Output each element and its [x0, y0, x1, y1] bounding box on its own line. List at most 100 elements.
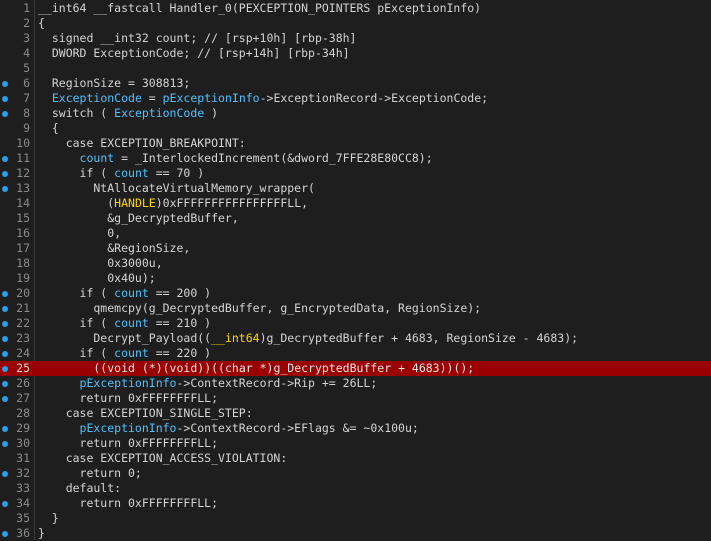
line-number: 29: [16, 421, 30, 435]
code-line[interactable]: 2{: [0, 16, 711, 31]
code-text[interactable]: return 0xFFFFFFFFLL;: [38, 496, 218, 511]
code-text[interactable]: }: [38, 526, 45, 541]
code-token[interactable]: count: [80, 151, 115, 165]
code-text[interactable]: NtAllocateVirtualMemory_wrapper(: [38, 181, 315, 196]
line-number: 10: [16, 136, 30, 150]
code-text[interactable]: case EXCEPTION_BREAKPOINT:: [38, 136, 246, 151]
code-line-highlighted[interactable]: 25 ((void (*)(void))((char *)g_Decrypted…: [0, 361, 711, 376]
code-line[interactable]: 17 &RegionSize,: [0, 241, 711, 256]
code-line[interactable]: 27 return 0xFFFFFFFFLL;: [0, 391, 711, 406]
code-text[interactable]: pExceptionInfo->ContextRecord->Rip += 26…: [38, 376, 378, 391]
line-number: 13: [16, 181, 30, 195]
code-line[interactable]: 13 NtAllocateVirtualMemory_wrapper(: [0, 181, 711, 196]
code-token: __int64: [211, 331, 260, 345]
code-token[interactable]: count: [114, 286, 149, 300]
code-text[interactable]: qmemcpy(g_DecryptedBuffer, g_EncryptedDa…: [38, 301, 481, 316]
code-line[interactable]: 21 qmemcpy(g_DecryptedBuffer, g_Encrypte…: [0, 301, 711, 316]
code-text[interactable]: &g_DecryptedBuffer,: [38, 211, 239, 226]
code-token[interactable]: pExceptionInfo: [80, 421, 177, 435]
pseudocode-editor[interactable]: 1 __int64 __fastcall Handler_0(PEXCEPTION…: [0, 0, 711, 540]
code-line[interactable]: 22 if ( count == 210 ): [0, 316, 711, 331]
code-text[interactable]: switch ( ExceptionCode ): [38, 106, 218, 121]
code-line[interactable]: 36}: [0, 526, 711, 541]
code-text[interactable]: if ( count == 220 ): [38, 346, 212, 361]
code-text[interactable]: 0x40u);: [38, 271, 155, 286]
code-text[interactable]: default:: [38, 481, 121, 496]
code-text[interactable]: (HANDLE)0xFFFFFFFFFFFFFFFFLL,: [38, 196, 308, 211]
code-text[interactable]: 0x3000u,: [38, 256, 163, 271]
code-line[interactable]: 6 RegionSize = 308813;: [0, 76, 711, 91]
line-number: 20: [16, 286, 30, 300]
code-text[interactable]: &RegionSize,: [38, 241, 190, 256]
code-line[interactable]: 9 {: [0, 121, 711, 136]
line-number: 30: [16, 436, 30, 450]
code-line[interactable]: 26 pExceptionInfo->ContextRecord->Rip +=…: [0, 376, 711, 391]
line-number: 23: [16, 331, 30, 345]
code-line[interactable]: 5: [0, 61, 711, 76]
code-text[interactable]: }: [38, 511, 59, 526]
code-text[interactable]: pExceptionInfo->ContextRecord->EFlags &=…: [38, 421, 419, 436]
code-text[interactable]: case EXCEPTION_SINGLE_STEP:: [38, 406, 253, 421]
code-text[interactable]: Decrypt_Payload((__int64)g_DecryptedBuff…: [38, 331, 578, 346]
code-text[interactable]: if ( count == 210 ): [38, 316, 212, 331]
code-text[interactable]: {: [38, 16, 45, 31]
code-line[interactable]: 20 if ( count == 200 ): [0, 286, 711, 301]
code-text[interactable]: return 0xFFFFFFFFLL;: [38, 391, 218, 406]
code-line[interactable]: 19 0x40u);: [0, 271, 711, 286]
code-text[interactable]: case EXCEPTION_ACCESS_VIOLATION:: [38, 451, 288, 466]
code-text[interactable]: RegionSize = 308813;: [38, 76, 190, 91]
code-token[interactable]: count: [114, 316, 149, 330]
code-text[interactable]: if ( count == 200 ): [38, 286, 212, 301]
code-token: 0x3000u,: [38, 256, 163, 270]
code-line[interactable]: 30 return 0xFFFFFFFFLL;: [0, 436, 711, 451]
code-line[interactable]: 10 case EXCEPTION_BREAKPOINT:: [0, 136, 711, 151]
code-text[interactable]: ExceptionCode = pExceptionInfo->Exceptio…: [38, 91, 488, 106]
code-line[interactable]: 1 __int64 __fastcall Handler_0(PEXCEPTION…: [0, 1, 711, 16]
code-line[interactable]: 16 0,: [0, 226, 711, 241]
line-number: 35: [16, 511, 30, 525]
code-text[interactable]: count = _InterlockedIncrement(&dword_7FF…: [38, 151, 433, 166]
code-line[interactable]: 8 switch ( ExceptionCode ): [0, 106, 711, 121]
code-text[interactable]: if ( count == 70 ): [38, 166, 205, 181]
code-line[interactable]: 14 (HANDLE)0xFFFFFFFFFFFFFFFFLL,: [0, 196, 711, 211]
line-number: 33: [16, 481, 30, 495]
code-text[interactable]: {: [38, 121, 59, 136]
code-line[interactable]: 34 return 0xFFFFFFFFLL;: [0, 496, 711, 511]
code-line[interactable]: 28 case EXCEPTION_SINGLE_STEP:: [0, 406, 711, 421]
code-text[interactable]: signed __int32 count; // [rsp+10h] [rbp-…: [38, 31, 357, 46]
code-text[interactable]: DWORD ExceptionCode; // [rsp+14h] [rbp-3…: [38, 46, 350, 61]
code-line[interactable]: 35 }: [0, 511, 711, 526]
code-token[interactable]: ExceptionCode: [114, 106, 204, 120]
code-token[interactable]: count: [114, 166, 149, 180]
code-line[interactable]: 4 DWORD ExceptionCode; // [rsp+14h] [rbp…: [0, 46, 711, 61]
code-text[interactable]: return 0xFFFFFFFFLL;: [38, 436, 218, 451]
code-text[interactable]: 0,: [38, 226, 121, 241]
code-line[interactable]: 33 default:: [0, 481, 711, 496]
line-number: 11: [16, 151, 30, 165]
code-line[interactable]: 15 &g_DecryptedBuffer,: [0, 211, 711, 226]
code-token: == 220 ): [148, 346, 212, 360]
code-line[interactable]: 24 if ( count == 220 ): [0, 346, 711, 361]
code-text[interactable]: __int64 __fastcall Handler_0(PEXCEPTION_…: [38, 1, 481, 16]
code-line[interactable]: 18 0x3000u,: [0, 256, 711, 271]
code-token[interactable]: ExceptionCode: [52, 91, 142, 105]
code-line[interactable]: 29 pExceptionInfo->ContextRecord->EFlags…: [0, 421, 711, 436]
code-token: if (: [38, 286, 115, 300]
code-line[interactable]: 23 Decrypt_Payload((__int64)g_DecryptedB…: [0, 331, 711, 346]
code-token: NtAllocateVirtualMemory_wrapper(: [38, 181, 315, 195]
code-text[interactable]: return 0;: [38, 466, 142, 481]
code-token[interactable]: pExceptionInfo: [163, 91, 260, 105]
code-text[interactable]: ((void (*)(void))((char *)g_DecryptedBuf…: [38, 361, 474, 376]
code-token[interactable]: count: [114, 346, 149, 360]
code-line[interactable]: 7 ExceptionCode = pExceptionInfo->Except…: [0, 91, 711, 106]
line-number: 4: [23, 46, 30, 60]
code-line[interactable]: 32 return 0;: [0, 466, 711, 481]
code-token: return 0;: [38, 466, 142, 480]
code-line[interactable]: 3 signed __int32 count; // [rsp+10h] [rb…: [0, 31, 711, 46]
code-token[interactable]: pExceptionInfo: [80, 376, 177, 390]
code-line[interactable]: 31 case EXCEPTION_ACCESS_VIOLATION:: [0, 451, 711, 466]
code-line[interactable]: 12 if ( count == 70 ): [0, 166, 711, 181]
code-line[interactable]: 11 count = _InterlockedIncrement(&dword_…: [0, 151, 711, 166]
